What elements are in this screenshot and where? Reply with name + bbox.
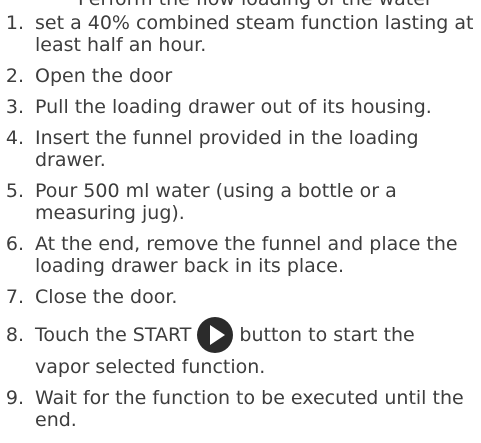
step-text: set a 40% combined steam function lastin… [35, 12, 474, 56]
step-text: Wait for the function to be executed unt… [35, 387, 464, 431]
step-text-before-icon: Touch the START [35, 324, 192, 346]
step-text: Insert the funnel provided in the loadin… [35, 127, 419, 171]
step-number: 3. [5, 96, 24, 118]
list-item-7: 7. Close the door. [0, 286, 481, 308]
step-text: Open the door [35, 65, 173, 87]
step-text: Pull the loading drawer out of its housi… [35, 96, 432, 118]
instruction-list: 1. set a 40% combined steam function las… [0, 12, 481, 440]
step-number: 2. [5, 65, 24, 87]
step-number: 7. [5, 286, 24, 308]
step-number: 5. [5, 180, 24, 202]
step-text: Pour 500 ml water (using a bottle or a m… [35, 180, 397, 224]
step-text-continuation: vapor selected function. [35, 356, 266, 378]
step-number: 4. [5, 127, 24, 149]
step-number: 1. [5, 12, 24, 34]
step-text: Close the door. [35, 286, 178, 308]
clipped-heading-line: Perform the flow loading of the water [78, 0, 433, 10]
step-number: 6. [5, 233, 24, 255]
list-item-6: 6. At the end, remove the funnel and pla… [0, 233, 481, 277]
list-item-4: 4. Insert the funnel provided in the loa… [0, 127, 481, 171]
step-text: At the end, remove the funnel and place … [35, 233, 458, 277]
list-item-9: 9. Wait for the function to be executed … [0, 387, 481, 431]
list-item-2: 2. Open the door [0, 65, 481, 87]
step-text: Touch the START button to start the vapo… [35, 317, 475, 378]
list-item-8: 8. Touch the START button to start the v… [0, 317, 481, 378]
start-line: Touch the START button to start the [35, 317, 475, 353]
step-number: 9. [5, 387, 24, 409]
step-text-after-icon: button to start the [239, 324, 415, 346]
play-icon [197, 317, 234, 353]
list-item-5: 5. Pour 500 ml water (using a bottle or … [0, 180, 481, 224]
list-item-1: 1. set a 40% combined steam function las… [0, 12, 481, 56]
step-number: 8. [5, 324, 24, 346]
list-item-3: 3. Pull the loading drawer out of its ho… [0, 96, 481, 118]
